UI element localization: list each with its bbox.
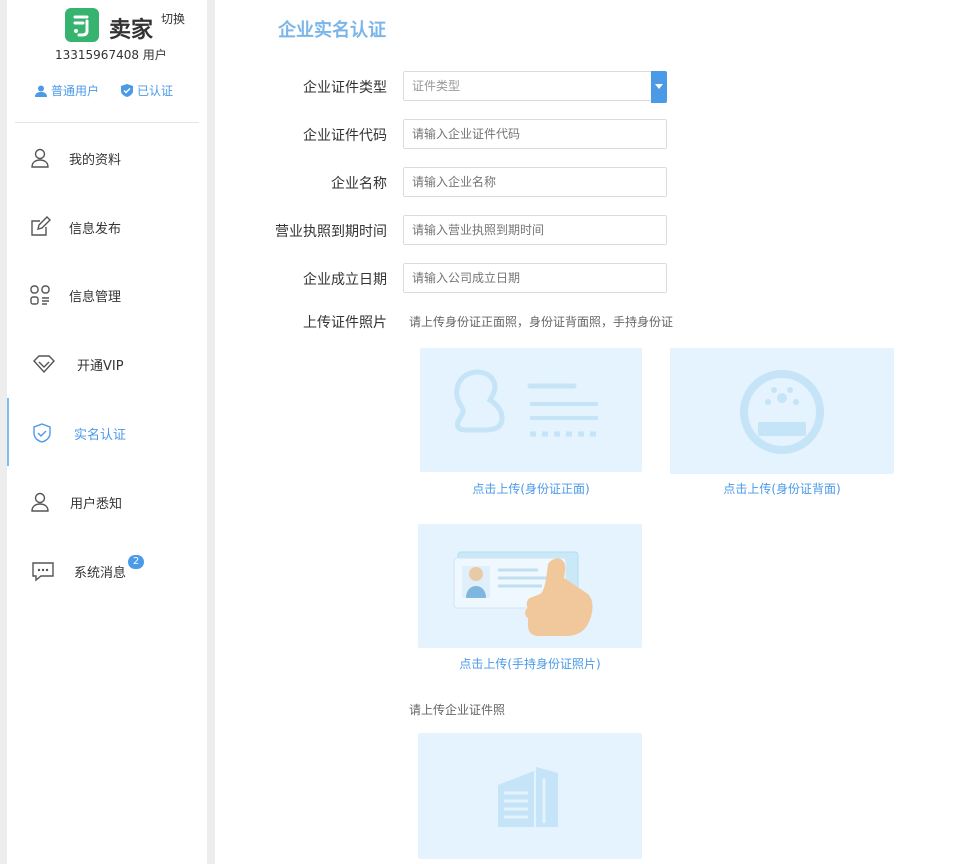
id-front-upload[interactable]: [420, 348, 642, 472]
sidebar-item-label: 系统消息: [74, 565, 127, 581]
sidebar-item-publish[interactable]: 信息发布: [7, 207, 207, 247]
upload-label: 上传证件照片: [303, 315, 387, 331]
message-count-badge: 2: [128, 555, 144, 569]
sidebar-divider: [15, 122, 199, 123]
sidebar-item-manage[interactable]: 信息管理: [7, 275, 207, 315]
id-card-back-icon: [740, 370, 824, 454]
field-label: 企业证件类型: [303, 80, 387, 96]
user-type-badge: 普通用户: [35, 82, 99, 99]
license-expiry-input[interactable]: [403, 215, 667, 245]
sidebar-item-label: 实名认证: [74, 427, 127, 443]
sidebar-item-label: 我的资料: [69, 152, 122, 168]
field-label: 企业成立日期: [303, 272, 387, 288]
chat-icon: [32, 562, 54, 582]
edit-icon: [31, 216, 51, 236]
user-icon: [31, 148, 49, 168]
sidebar-item-notice[interactable]: 用户悉知: [7, 482, 207, 522]
shield-check-icon: [33, 423, 51, 443]
chevron-down-icon[interactable]: [651, 71, 667, 103]
user-type-label: 普通用户: [51, 84, 100, 98]
shield-icon: [121, 84, 133, 97]
sidebar-item-vip[interactable]: 开通VIP: [7, 344, 207, 384]
user-phone: 13315967408 用户: [55, 48, 167, 62]
hand-id-icon: [453, 551, 593, 636]
field-label: 营业执照到期时间: [275, 224, 387, 240]
verified-badge: 已认证: [121, 82, 173, 99]
switch-link[interactable]: 切换: [161, 10, 185, 27]
verified-label: 已认证: [137, 84, 174, 98]
upload-caption[interactable]: 点击上传(身份证背面): [670, 480, 894, 497]
sidebar-item-label: 信息发布: [69, 221, 122, 237]
grid-list-icon: [30, 285, 50, 305]
sidebar-item-label: 开通VIP: [77, 358, 124, 374]
company-name-input[interactable]: [403, 167, 667, 197]
company-cert-upload[interactable]: [418, 733, 642, 859]
upload-caption[interactable]: 点击上传(手持身份证照片): [418, 655, 642, 672]
page-title: 企业实名认证: [278, 20, 386, 41]
brand-title: 卖家: [109, 18, 154, 43]
founded-date-input[interactable]: [403, 263, 667, 293]
sidebar-item-profile[interactable]: 我的资料: [7, 138, 207, 178]
sidebar-item-messages[interactable]: 系统消息 2: [7, 551, 207, 591]
cert-type-select[interactable]: 证件类型: [403, 71, 667, 103]
sidebar: 卖家 切换 13315967408 用户 普通用户 已认证 我的资料 信息发布 …: [7, 0, 207, 864]
logo-icon: [65, 8, 99, 42]
main-panel: 企业实名认证 企业证件类型 证件类型 企业证件代码 企业名称 营业执照到期时间 …: [215, 0, 959, 864]
person-icon: [35, 85, 47, 97]
diamond-icon: [33, 355, 55, 374]
id-card-front-icon: [454, 369, 598, 437]
company-upload-hint: 请上传企业证件照: [409, 703, 506, 717]
building-icon: [498, 767, 558, 827]
upload-hint: 请上传身份证正面照，身份证背面照，手持身份证: [409, 315, 674, 329]
sidebar-item-label: 信息管理: [69, 289, 122, 305]
hand-id-upload[interactable]: [418, 524, 642, 648]
user-outline-icon: [31, 492, 49, 512]
field-label: 企业名称: [331, 176, 387, 192]
sidebar-item-verify[interactable]: 实名认证: [7, 413, 207, 453]
select-placeholder: 证件类型: [412, 79, 461, 93]
sidebar-item-label: 用户悉知: [70, 496, 123, 512]
cert-code-input[interactable]: [403, 119, 667, 149]
id-back-upload[interactable]: [670, 348, 894, 474]
field-label: 企业证件代码: [303, 128, 387, 144]
upload-caption[interactable]: 点击上传(身份证正面): [420, 480, 642, 497]
